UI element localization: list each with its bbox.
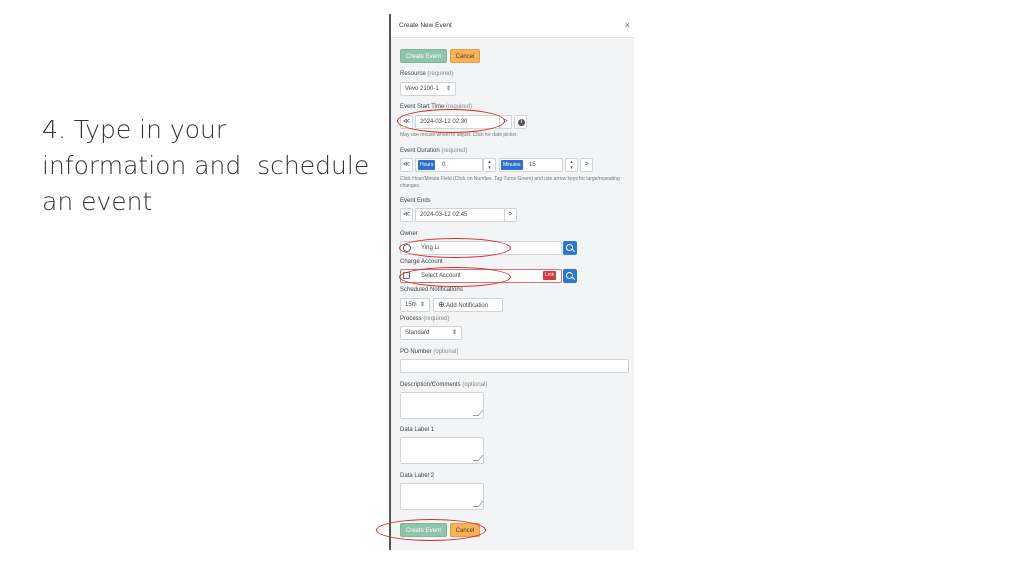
cancel-button-top[interactable]: Cancel	[450, 49, 480, 63]
minutes-spinner[interactable]: ▴ ▾	[565, 158, 578, 172]
hours-spinner[interactable]: ▴ ▾	[483, 158, 496, 172]
link-badge[interactable]: Link	[543, 271, 557, 280]
user-icon	[403, 244, 411, 252]
add-circle-icon: ⊕	[438, 300, 445, 309]
info-icon: i	[518, 119, 525, 126]
notification-interval-select[interactable]: 15m ⇕	[400, 298, 430, 312]
hours-value: 0	[442, 162, 446, 168]
resource-label: Resource (required)	[400, 71, 454, 77]
slide-line-3: an event	[42, 187, 153, 216]
slide-instruction: 4. Type in your information and schedule…	[42, 112, 372, 220]
owner-input[interactable]: Ying Li	[400, 241, 562, 255]
duration-prev-button[interactable]: ≪	[400, 158, 413, 172]
start-time-prev-button[interactable]: ≪	[400, 115, 413, 129]
cancel-button-bottom[interactable]: Cancel	[450, 523, 480, 537]
event-ends-prev-button[interactable]: ≪	[400, 208, 413, 222]
data-label-1-label: Data Label 1	[400, 427, 435, 433]
po-number-label: PO Number (optional)	[400, 349, 459, 355]
duration-label: Event Duration (required)	[400, 148, 468, 154]
resource-select[interactable]: Vevo 2100-1 ⇕	[400, 82, 456, 96]
charge-account-label: Charge Account	[400, 259, 443, 265]
notifications-label: Scheduled Notifications	[400, 287, 463, 293]
select-caret-icon: ⇕	[419, 302, 425, 308]
close-icon[interactable]: ×	[625, 20, 630, 30]
select-caret-icon: ⇕	[451, 330, 457, 336]
dialog-title: Create New Event	[399, 22, 452, 29]
duration-hint: Click Hour/Minute Field (Click on Number…	[400, 176, 620, 189]
slide-line-2: information and schedule	[42, 151, 370, 180]
add-notification-button[interactable]: ⊕ Add Notification	[433, 298, 503, 312]
process-select[interactable]: Standard ⇕	[400, 326, 462, 340]
start-time-input[interactable]: 2024-03-12 02:30	[415, 115, 505, 129]
data-label-2-label: Data Label 2	[400, 473, 435, 479]
create-event-button-bottom[interactable]: Create Event	[400, 523, 447, 537]
event-ends-next-button[interactable]: >	[504, 208, 517, 222]
create-event-dialog: Create New Event × Create Event Cancel R…	[389, 14, 634, 550]
owner-label: Owner	[400, 231, 418, 237]
slide-line-1: 4. Type in your	[42, 115, 227, 144]
minutes-value: 15	[529, 162, 536, 168]
duration-next-button[interactable]: >	[580, 158, 593, 172]
event-ends-label: Event Ends	[400, 198, 431, 204]
hours-tag: Hours	[418, 160, 436, 170]
dialog-header: Create New Event ×	[391, 14, 634, 38]
minutes-tag: Minutes	[501, 160, 523, 170]
po-number-input[interactable]	[400, 359, 629, 373]
account-icon	[403, 272, 410, 279]
start-time-hint: May use mouse wheel to adjust. Click for…	[400, 132, 518, 138]
data-label-2-textarea[interactable]	[400, 483, 484, 510]
charge-account-input[interactable]: Select Account	[400, 269, 562, 283]
owner-search-icon[interactable]	[563, 241, 577, 255]
charge-account-search-icon[interactable]	[563, 269, 577, 283]
process-label: Process (required)	[400, 316, 450, 322]
start-time-info-button[interactable]: i	[514, 115, 527, 129]
data-label-1-textarea[interactable]	[400, 437, 484, 464]
event-ends-input[interactable]: 2024-03-12 02:45	[415, 208, 505, 222]
start-time-next-button[interactable]: >	[499, 115, 512, 129]
create-event-button-top[interactable]: Create Event	[400, 49, 447, 63]
description-label: Description/Comments (optional)	[400, 382, 488, 388]
select-caret-icon: ⇕	[445, 86, 451, 92]
description-textarea[interactable]	[400, 392, 484, 419]
start-time-label: Event Start Time (required)	[400, 104, 473, 110]
